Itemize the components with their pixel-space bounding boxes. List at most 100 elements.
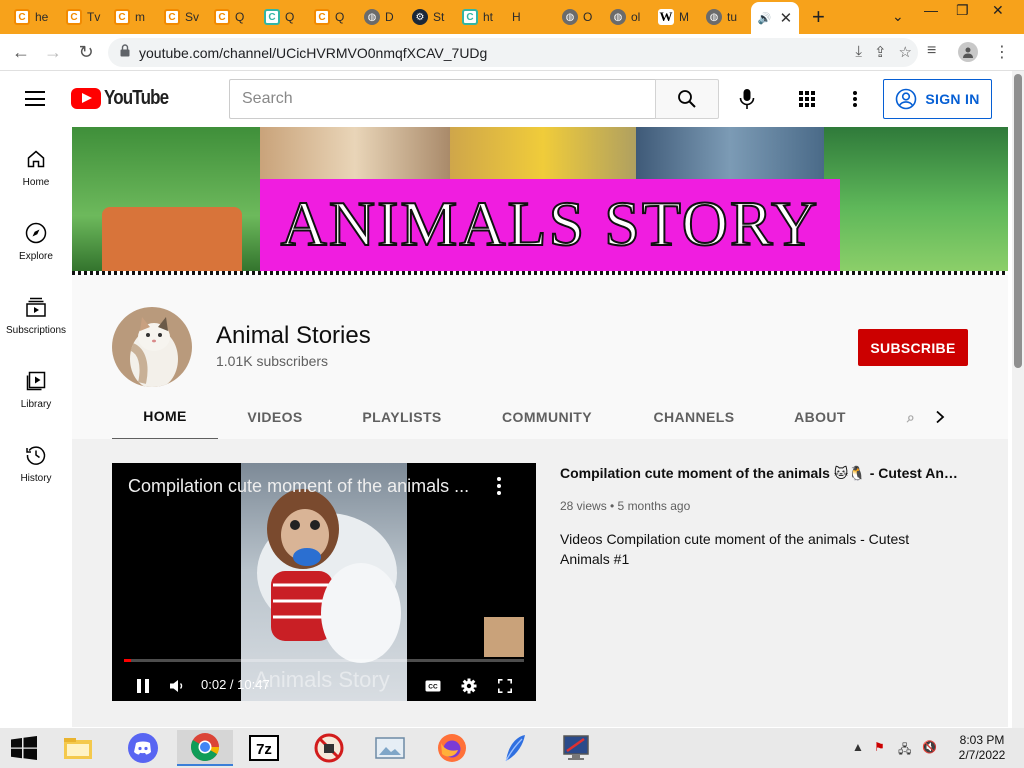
youtube-apps-button[interactable]	[793, 85, 821, 113]
scrollbar-thumb[interactable]	[1014, 74, 1022, 368]
windows-start-button[interactable]	[10, 736, 38, 760]
channel-avatar[interactable]	[112, 307, 192, 387]
fullscreen-button[interactable]	[494, 675, 516, 697]
taskbar-app[interactable]	[115, 730, 171, 766]
search-field[interactable]	[229, 79, 656, 119]
pause-icon	[137, 679, 149, 693]
speaker-icon[interactable]: 🔊	[758, 12, 772, 25]
gear-icon	[461, 678, 477, 694]
channel-page: ANIMALS STORY Animal Stories 1.01K subsc…	[72, 127, 1008, 727]
tab-community[interactable]: COMMUNITY	[490, 393, 604, 441]
sign-in-button[interactable]: SIGN IN	[883, 79, 992, 119]
guide-item-library[interactable]: Library	[0, 349, 72, 423]
close-window-button[interactable]: ✕	[992, 2, 1004, 19]
voice-search-button[interactable]	[733, 85, 761, 113]
share-icon[interactable]: ⇪	[874, 43, 887, 61]
tab-home[interactable]: HOME	[112, 393, 218, 441]
guide-item-home[interactable]: Home	[0, 127, 72, 201]
tab-search-icon[interactable]: ⌄	[892, 8, 904, 25]
media-control-icon[interactable]: ≡	[927, 42, 936, 60]
sign-in-label: SIGN IN	[925, 91, 980, 107]
show-hidden-icons[interactable]: ▲	[852, 740, 864, 754]
tab-search-partial[interactable]: ⌕	[906, 393, 916, 441]
tabs-next-button[interactable]	[928, 405, 952, 429]
history-icon	[25, 444, 47, 466]
browser-tab[interactable]: ◍ O	[562, 4, 602, 30]
tab-channels[interactable]: CHANNELS	[642, 393, 746, 441]
home-icon	[25, 148, 47, 170]
browser-tab[interactable]: CQ	[314, 4, 354, 30]
guide-item-explore[interactable]: Explore	[0, 201, 72, 275]
forward-button[interactable]: →	[40, 40, 66, 64]
clock-date: 2/7/2022	[958, 748, 1006, 762]
taskbar-app[interactable]	[50, 730, 106, 766]
profile-avatar-icon[interactable]	[958, 42, 978, 62]
mute-button[interactable]	[167, 675, 189, 697]
search-input[interactable]	[242, 90, 656, 108]
tab-about[interactable]: ABOUT	[780, 393, 860, 441]
url-text[interactable]: youtube.com/channel/UCicHVRMVO0nmqfXCAV_…	[139, 45, 487, 61]
active-browser-tab[interactable]: 🔊 ✕	[751, 2, 799, 34]
tab-playlists[interactable]: PLAYLISTS	[348, 393, 456, 441]
taskbar-app[interactable]	[362, 730, 418, 766]
back-button[interactable]: ←	[8, 40, 34, 64]
youtube-logo[interactable]: YouTube	[71, 87, 180, 110]
taskbar-app[interactable]	[548, 730, 604, 766]
volume-muted-icon[interactable]: 🔇	[922, 740, 937, 754]
taskbar-app[interactable]	[301, 730, 357, 766]
player-more-icon[interactable]	[491, 475, 507, 497]
browser-tab[interactable]: CQ	[214, 4, 254, 30]
browser-tab[interactable]: Cm	[114, 4, 154, 30]
settings-more-button[interactable]	[841, 85, 869, 113]
browser-tab[interactable]: ◷H	[512, 4, 552, 30]
taskbar-clock[interactable]: 8:03 PM 2/7/2022	[952, 733, 1012, 763]
reload-button[interactable]: ↻	[73, 40, 99, 64]
browser-tab[interactable]: ◍ D	[364, 4, 404, 30]
pause-button[interactable]	[132, 675, 154, 697]
new-tab-button[interactable]: +	[812, 4, 825, 30]
featured-video-title[interactable]: Compilation cute moment of the animals 🐱…	[560, 463, 960, 483]
browser-tab[interactable]: WM	[658, 4, 698, 30]
browser-tab[interactable]: Cht	[462, 4, 502, 30]
taskbar-app[interactable]	[487, 730, 543, 766]
more-vertical-icon	[853, 91, 857, 107]
flag-icon[interactable]: ⚑	[874, 740, 885, 754]
browser-tab[interactable]: Che	[14, 4, 54, 30]
subscribe-button[interactable]: SUBSCRIBE	[858, 329, 968, 366]
browser-tab[interactable]: ◍ tu	[706, 4, 746, 30]
browser-menu-icon[interactable]: ⋮	[994, 42, 1010, 62]
taskbar-app[interactable]	[424, 730, 480, 766]
taskbar-app-active[interactable]	[177, 730, 233, 766]
browser-tab[interactable]: C Sv	[164, 4, 204, 30]
video-progress-bar[interactable]	[124, 659, 524, 662]
orange-c-icon: C	[114, 9, 130, 25]
guide-item-subscriptions[interactable]: Subscriptions	[0, 275, 72, 349]
close-tab-icon[interactable]: ✕	[780, 9, 793, 27]
youtube-logo-text: YouTube	[104, 87, 169, 109]
tab-videos[interactable]: VIDEOS	[232, 393, 318, 441]
restore-button[interactable]: ❐	[956, 2, 969, 19]
browser-tab[interactable]: C Tv	[66, 4, 106, 30]
network-icon[interactable]: 🖧	[898, 740, 911, 761]
page-scrollbar[interactable]	[1012, 71, 1024, 728]
bookmark-star-icon[interactable]: ☆	[899, 43, 912, 61]
install-app-icon[interactable]: ⤓	[855, 43, 862, 61]
channel-watermark-thumbnail[interactable]	[484, 617, 524, 657]
lock-icon[interactable]	[120, 43, 130, 62]
browser-tab[interactable]: ⚙ St	[412, 4, 454, 30]
video-progress-played	[124, 659, 132, 662]
address-bar[interactable]: youtube.com/channel/UCicHVRMVO0nmqfXCAV_…	[108, 38, 918, 67]
video-time: 0:02 / 10:47	[201, 677, 270, 692]
search-button[interactable]	[655, 79, 719, 119]
guide-menu-icon[interactable]	[25, 91, 45, 106]
taskbar-app[interactable]: 7z	[236, 730, 292, 766]
settings-button[interactable]	[458, 675, 480, 697]
guide-item-history[interactable]: History	[0, 423, 72, 497]
globe-icon: ◍	[364, 9, 380, 25]
captions-button[interactable]: CC	[422, 675, 444, 697]
featured-video-player[interactable]: Compilation cute moment of the animals .…	[112, 463, 536, 701]
minimize-button[interactable]: —	[924, 2, 938, 18]
browser-tab[interactable]: ◍ ol	[610, 4, 650, 30]
player-video-title[interactable]: Compilation cute moment of the animals .…	[128, 476, 478, 497]
browser-tab[interactable]: CQ	[264, 4, 304, 30]
